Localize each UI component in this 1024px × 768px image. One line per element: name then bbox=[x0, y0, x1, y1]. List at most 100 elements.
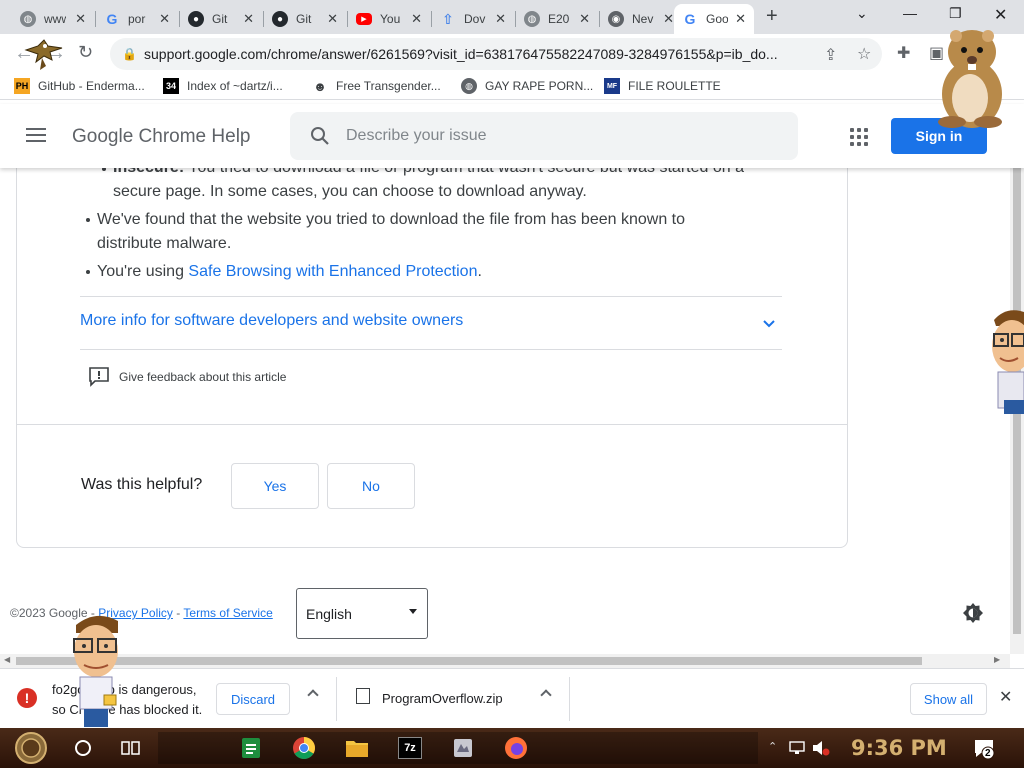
tab-label: Git bbox=[212, 12, 228, 26]
taskbar: 7z ⌃ 9:36 PM 2 bbox=[0, 728, 1024, 768]
bookmark-star-icon[interactable]: ☆ bbox=[857, 44, 871, 64]
bullet-safe-suffix: . bbox=[477, 263, 482, 280]
lock-icon[interactable]: 🔒 bbox=[122, 47, 137, 61]
page-title[interactable]: Google Chrome Help bbox=[72, 126, 250, 148]
close-tab-icon[interactable]: ✕ bbox=[411, 11, 422, 27]
bookmark-item[interactable]: PH GitHub - Enderma... bbox=[14, 78, 145, 94]
notification-count: 2 bbox=[985, 748, 991, 759]
download-filename[interactable]: ProgramOverflow.zip bbox=[382, 691, 503, 706]
bullet-malware-line1: We've found that the website you tried t… bbox=[97, 211, 686, 228]
browser-tab[interactable]: G por ✕ bbox=[96, 4, 178, 34]
notifications-icon[interactable] bbox=[973, 738, 995, 760]
close-tab-icon[interactable]: ✕ bbox=[159, 11, 170, 27]
browser-tab[interactable]: ● Git ✕ bbox=[180, 4, 262, 34]
bookmark-item[interactable]: MF FILE ROULETTE bbox=[604, 78, 721, 94]
browser-tab[interactable]: ◉ Nev ✕ bbox=[600, 4, 682, 34]
cortana-icon[interactable] bbox=[74, 739, 92, 757]
google-icon: G bbox=[106, 11, 118, 27]
page-footer: ©2023 Google - Privacy Policy - Terms of… bbox=[10, 606, 273, 620]
bookmark-item[interactable]: 34 Index of ~dartz/i... bbox=[163, 78, 283, 94]
minimize-icon[interactable]: — bbox=[903, 5, 917, 21]
network-icon[interactable] bbox=[789, 740, 805, 756]
scroll-right-icon[interactable]: ▶ bbox=[994, 655, 1000, 664]
task-view-icon[interactable] bbox=[121, 739, 141, 757]
close-tab-icon[interactable]: ✕ bbox=[243, 11, 254, 27]
restore-icon[interactable]: ❐ bbox=[949, 5, 962, 22]
feedback-icon bbox=[89, 367, 109, 387]
search-input[interactable] bbox=[346, 124, 766, 148]
search-icon[interactable] bbox=[310, 126, 330, 146]
show-all-button[interactable]: Show all bbox=[910, 683, 987, 715]
chevron-up-icon[interactable] bbox=[540, 689, 552, 701]
bookmark-label: Index of ~dartz/i... bbox=[187, 79, 283, 93]
browser-tab[interactable]: ● Git ✕ bbox=[264, 4, 346, 34]
horizontal-scrollbar[interactable]: ◀ ▶ bbox=[0, 654, 1010, 668]
bullet-safe-prefix: You're using bbox=[97, 263, 189, 280]
bookmark-favicon: MF bbox=[604, 78, 620, 94]
more-info-expander[interactable]: More info for software developers and we… bbox=[80, 312, 463, 330]
7zip-icon[interactable]: 7z bbox=[398, 737, 422, 759]
bullet-malware-line2: distribute malware. bbox=[97, 235, 232, 252]
reload-icon[interactable]: ↻ bbox=[78, 42, 93, 63]
extensions-icon[interactable]: ✚ bbox=[897, 43, 910, 63]
tab-search-icon[interactable]: ⌄ bbox=[856, 5, 868, 22]
file-explorer-icon[interactable] bbox=[345, 737, 369, 759]
url-text[interactable]: support.google.com/chrome/answer/6261569… bbox=[144, 46, 820, 62]
feedback-link[interactable]: Give feedback about this article bbox=[88, 366, 286, 388]
chevron-up-icon[interactable]: ⌃ bbox=[768, 740, 777, 753]
dark-mode-icon[interactable] bbox=[962, 602, 984, 624]
cartoon-man-left bbox=[73, 615, 118, 727]
tab-label: E20 bbox=[548, 12, 570, 26]
cartoon-man-right bbox=[992, 310, 1024, 414]
chevron-down-icon[interactable] bbox=[761, 316, 777, 332]
new-tab-icon[interactable]: + bbox=[766, 5, 778, 28]
zip-file-icon bbox=[356, 688, 370, 704]
discard-button[interactable]: Discard bbox=[216, 683, 290, 715]
browser-tab[interactable]: ⇧ Dov ✕ bbox=[432, 4, 514, 34]
feedback-label: Give feedback about this article bbox=[119, 370, 287, 384]
share-icon[interactable]: ⇪ bbox=[824, 45, 837, 65]
language-select[interactable]: English bbox=[296, 588, 428, 639]
close-tab-icon[interactable]: ✕ bbox=[735, 11, 746, 27]
youtube-icon: ▶ bbox=[356, 13, 372, 25]
close-tab-icon[interactable]: ✕ bbox=[327, 11, 338, 27]
chevron-up-icon[interactable] bbox=[307, 689, 319, 701]
terms-of-service-link[interactable]: Terms of Service bbox=[183, 606, 272, 620]
chrome-icon[interactable] bbox=[292, 736, 316, 760]
taskbar-clock[interactable]: 9:36 PM bbox=[851, 736, 947, 760]
download-shelf: ! fo2gold.zip is dangerous, so Chrome ha… bbox=[0, 668, 1024, 728]
browser-tab[interactable]: ◍ www ✕ bbox=[12, 4, 94, 34]
globe-icon: ◍ bbox=[524, 11, 540, 27]
close-shelf-icon[interactable]: ✕ bbox=[999, 687, 1012, 707]
scroll-left-icon[interactable]: ◀ bbox=[4, 655, 10, 664]
bookmark-item[interactable]: ◍ GAY RAPE PORN... bbox=[461, 78, 593, 94]
google-apps-icon[interactable] bbox=[850, 128, 868, 146]
tab-label: Dov bbox=[464, 12, 486, 26]
hamster-mascot-icon bbox=[938, 30, 1002, 128]
close-tab-icon[interactable]: ✕ bbox=[75, 11, 86, 27]
start-button-icon[interactable] bbox=[14, 731, 48, 765]
browser-tab[interactable]: ▶ You ✕ bbox=[348, 4, 430, 34]
help-search-box[interactable] bbox=[290, 112, 798, 160]
close-tab-icon[interactable]: ✕ bbox=[495, 11, 506, 27]
yes-button[interactable]: Yes bbox=[231, 463, 319, 509]
bookmark-label: GitHub - Enderma... bbox=[38, 79, 145, 93]
tab-label: por bbox=[128, 12, 146, 26]
bookmark-label: Free Transgender... bbox=[336, 79, 441, 93]
app-icon[interactable] bbox=[452, 737, 474, 759]
close-tab-icon[interactable]: ✕ bbox=[579, 11, 590, 27]
safe-browsing-link[interactable]: Safe Browsing with Enhanced Protection bbox=[188, 263, 477, 280]
address-bar[interactable]: 🔒 support.google.com/chrome/answer/62615… bbox=[110, 38, 882, 70]
browser-tab[interactable]: ◍ E20 ✕ bbox=[516, 4, 598, 34]
bookmark-item[interactable]: ☻ Free Transgender... bbox=[312, 78, 441, 94]
close-tab-icon[interactable]: ✕ bbox=[663, 11, 674, 27]
no-button[interactable]: No bbox=[327, 463, 415, 509]
main-menu-icon[interactable] bbox=[26, 128, 46, 146]
volume-muted-icon[interactable] bbox=[812, 740, 830, 756]
browser-tab-active[interactable]: G Goo ✕ bbox=[674, 4, 754, 34]
firefox-icon[interactable] bbox=[504, 736, 528, 760]
scrollbar-thumb[interactable] bbox=[16, 657, 922, 665]
bookmark-favicon: PH bbox=[14, 78, 30, 94]
helpful-question: Was this helpful? bbox=[81, 476, 203, 493]
sheets-icon[interactable] bbox=[240, 737, 262, 759]
